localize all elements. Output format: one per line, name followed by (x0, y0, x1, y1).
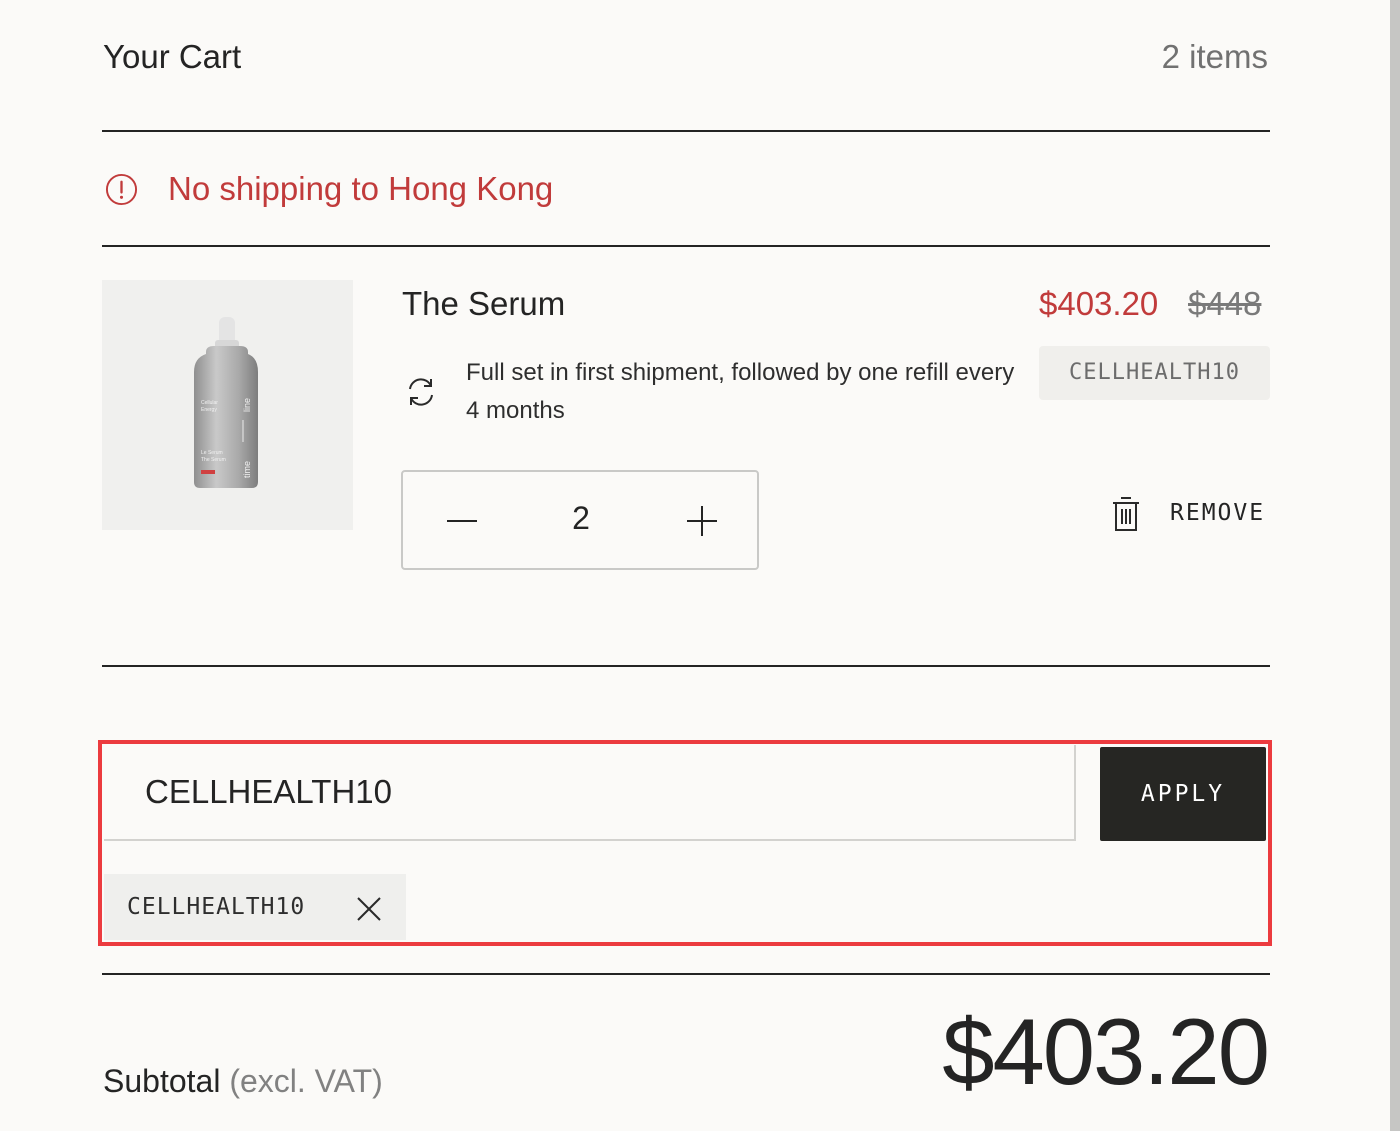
increase-quantity-button[interactable] (671, 497, 733, 545)
divider (102, 245, 1270, 247)
plus-icon (687, 506, 717, 536)
subtotal-value: $403.20 (942, 999, 1270, 1104)
promo-section-highlight (98, 740, 1272, 946)
subtotal-label-text: Subtotal (103, 1063, 221, 1099)
minus-icon (447, 520, 477, 522)
quantity-value[interactable]: 2 (543, 500, 619, 537)
scrollbar-thumb[interactable] (1390, 0, 1400, 1131)
remove-item-label: REMOVE (1170, 500, 1266, 526)
cart-title: Your Cart (103, 38, 242, 75)
bottle-label-text: Le Serum (201, 450, 223, 456)
bottle-label-text: Cellular (201, 400, 218, 406)
bottle-label-text: Energy (201, 407, 217, 413)
subtotal-vat-note: (excl. VAT) (229, 1063, 383, 1099)
alert-circle-icon (105, 173, 138, 206)
quantity-stepper: 2 (401, 470, 759, 570)
product-image[interactable]: Cellular Energy Le Serum The Serum time … (102, 280, 353, 530)
bottle-label-text: The Serum (201, 457, 226, 463)
original-price: $448 (1188, 285, 1262, 322)
product-title[interactable]: The Serum (402, 285, 565, 323)
remove-item-button[interactable]: REMOVE (1108, 494, 1272, 538)
decrease-quantity-button[interactable] (431, 497, 493, 545)
shipping-alert-text: No shipping to Hong Kong (168, 170, 554, 207)
serum-bottle-image: Cellular Energy Le Serum The Serum time … (194, 317, 258, 488)
subtotal-label: Subtotal (excl. VAT) (103, 1063, 383, 1100)
bottle-brand-text: line (242, 398, 252, 412)
item-discount-code-badge: CELLHEALTH10 (1039, 346, 1270, 400)
cart-item-count: 2 items (1161, 38, 1268, 75)
subscription-description: Full set in first shipment, followed by … (466, 359, 1015, 424)
trash-icon (1113, 497, 1139, 531)
vertical-scrollbar[interactable] (1390, 0, 1400, 1131)
cart-page: Your Cart 2 items No shipping to Hong Ko… (0, 0, 1400, 1131)
refresh-icon (409, 378, 433, 406)
divider (102, 665, 1270, 667)
bottle-brand-text: time (242, 461, 252, 478)
sale-price: $403.20 (1039, 285, 1159, 322)
divider (102, 130, 1270, 132)
divider (102, 973, 1270, 975)
